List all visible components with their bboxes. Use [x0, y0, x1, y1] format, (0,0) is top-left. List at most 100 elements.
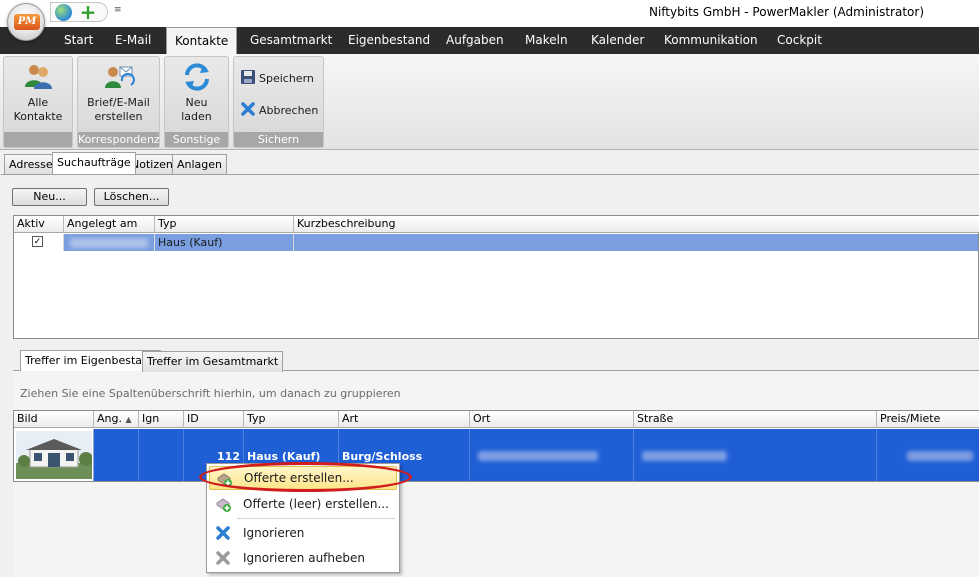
column-kurzbeschreibung[interactable]: Kurzbeschreibung [294, 216, 979, 233]
table-row[interactable]: 112 Haus (Kauf) Burg/Schloss [14, 429, 979, 481]
menu-item-ignorieren-label: Ignorieren [243, 526, 305, 540]
ribbon-group-label-kontakte [4, 132, 72, 147]
redacted-preis [907, 451, 973, 461]
column-bild[interactable]: Bild [14, 411, 94, 428]
tab-kalender[interactable]: Kalender [591, 27, 644, 54]
neu-laden-label-2: laden [181, 110, 212, 123]
column-strasse[interactable]: Straße [634, 411, 877, 428]
tab-email[interactable]: E-Mail [115, 27, 151, 54]
treffer-grid-header: Bild Ang. ▲ Ign ID Typ Art Ort Straße Pr… [14, 411, 979, 428]
refresh-icon [181, 61, 213, 93]
abbrechen-button[interactable]: Abbrechen [240, 101, 318, 121]
highlight-annotation [199, 462, 412, 492]
tab-suchauftraege[interactable]: Suchaufträge [52, 152, 136, 174]
tab-treffer-eigenbestand[interactable]: Treffer im Eigenbestand [20, 350, 162, 371]
menu-separator [237, 518, 395, 519]
column-aktiv[interactable]: Aktiv [14, 216, 64, 233]
aktiv-cell: ✓ [14, 234, 64, 251]
alle-kontakte-button[interactable]: Alle Kontakte [4, 61, 72, 124]
ribbon-group-sonstige: Neu laden Sonstige [164, 56, 229, 148]
column-ort[interactable]: Ort [470, 411, 634, 428]
tab-kommunikation[interactable]: Kommunikation [664, 27, 758, 54]
window-title: Niftybits GmbH - PowerMakler (Administra… [648, 5, 924, 19]
title-bar: + ≡ Niftybits GmbH - PowerMakler (Admini… [0, 0, 979, 27]
quick-access-dropdown-icon[interactable]: ≡ [114, 5, 122, 15]
ort-cell [470, 429, 634, 481]
tab-kontakte[interactable]: Kontakte [166, 27, 238, 55]
column-art[interactable]: Art [339, 411, 470, 428]
tab-cockpit[interactable]: Cockpit [777, 27, 822, 54]
brief-email-label-1: Brief/E-Mail [87, 96, 150, 109]
brief-email-label-2: erstellen [94, 110, 143, 123]
treffer-grid: Bild Ang. ▲ Ign ID Typ Art Ort Straße Pr… [13, 410, 979, 482]
sort-ascending-icon: ▲ [125, 415, 132, 424]
loeschen-button[interactable]: Löschen... [94, 188, 169, 206]
strasse-cell [634, 429, 877, 481]
angelegt-am-cell [64, 234, 155, 251]
kurzbeschreibung-cell [294, 234, 978, 251]
column-ang[interactable]: Ang. ▲ [94, 411, 139, 428]
menu-item-ignorieren-aufheben[interactable]: Ignorieren aufheben [209, 546, 397, 570]
ribbon-group-kontakte: Alle Kontakte [3, 56, 73, 148]
preis-miete-cell [877, 429, 979, 481]
bild-cell [14, 429, 94, 481]
tab-gesamtmarkt[interactable]: Gesamtmarkt [250, 27, 332, 54]
speichern-label: Speichern [259, 72, 314, 85]
neu-button[interactable]: Neu... [12, 188, 87, 206]
neu-laden-label-1: Neu [185, 96, 208, 109]
suchauftraege-grid-header: Aktiv Angelegt am Typ Kurzbeschreibung [14, 216, 979, 233]
app-logo: PM [14, 14, 40, 30]
offer-empty-create-icon [215, 496, 231, 512]
ribbon-group-korrespondenz: Brief/E-Mail erstellen Korrespondenz [77, 56, 160, 148]
ribbon-group-sichern: Speichern Abbrechen Sichern [233, 56, 324, 148]
quick-access-toolbar: + [50, 2, 108, 22]
ignore-icon [215, 525, 231, 541]
typ-cell: Haus (Kauf) [155, 234, 294, 251]
column-typ-treffer[interactable]: Typ [244, 411, 339, 428]
application-menu-button[interactable]: PM [7, 3, 45, 41]
cancel-icon [240, 101, 256, 117]
column-preis-miete[interactable]: Preis/Miete [877, 411, 979, 428]
contacts-icon [22, 61, 54, 93]
ribbon-tab-bar: Start E-Mail Kontakte Gesamtmarkt Eigenb… [0, 27, 979, 55]
tab-treffer-gesamtmarkt[interactable]: Treffer im Gesamtmarkt [142, 351, 284, 372]
tab-anlagen[interactable]: Anlagen [172, 154, 228, 174]
table-row[interactable]: ✓ Haus (Kauf) [14, 234, 978, 251]
letter-email-icon [103, 61, 135, 93]
tab-start[interactable]: Start [64, 27, 93, 54]
suchauftraege-grid: Aktiv Angelegt am Typ Kurzbeschreibung ✓… [13, 215, 979, 339]
neu-laden-button[interactable]: Neu laden [165, 61, 228, 124]
redacted-ort [478, 451, 598, 461]
menu-item-ignorieren-aufheben-label: Ignorieren aufheben [243, 551, 366, 565]
ribbon-group-label-sonstige: Sonstige [165, 132, 228, 147]
unignore-icon [215, 550, 231, 566]
alle-kontakte-label-2: Kontakte [13, 110, 63, 123]
alle-kontakte-label-1: Alle [27, 96, 49, 109]
ribbon-body: Alle Kontakte Brief/E-Mail erstellen Kor… [0, 54, 979, 150]
column-angelegt-am[interactable]: Angelegt am [64, 216, 155, 233]
save-icon [240, 69, 256, 85]
speichern-button[interactable]: Speichern [240, 69, 314, 89]
house-thumbnail[interactable] [16, 431, 92, 479]
column-ign[interactable]: Ign [139, 411, 184, 428]
group-by-hint[interactable]: Ziehen Sie eine Spaltenüberschrift hierh… [20, 387, 401, 400]
redacted-date [70, 238, 148, 248]
abbrechen-label: Abbrechen [259, 104, 319, 117]
globe-icon[interactable] [55, 4, 72, 21]
redacted-strasse [642, 451, 727, 461]
column-typ[interactable]: Typ [155, 216, 294, 233]
column-ang-label: Ang. [97, 412, 122, 425]
tab-makeln[interactable]: Makeln [525, 27, 568, 54]
menu-item-offerte-leer-label: Offerte (leer) erstellen... [243, 497, 389, 511]
menu-item-ignorieren[interactable]: Ignorieren [209, 521, 397, 545]
add-icon[interactable]: + [79, 2, 97, 22]
aktiv-checkbox[interactable]: ✓ [32, 236, 43, 247]
brief-email-erstellen-button[interactable]: Brief/E-Mail erstellen [78, 61, 159, 124]
tab-adresse[interactable]: Adresse [4, 154, 58, 174]
tab-aufgaben[interactable]: Aufgaben [446, 27, 504, 54]
ign-cell [139, 429, 184, 481]
tab-eigenbestand[interactable]: Eigenbestand [348, 27, 430, 54]
menu-item-offerte-leer-erstellen[interactable]: Offerte (leer) erstellen... [209, 492, 397, 516]
ribbon-group-label-korrespondenz: Korrespondenz [78, 132, 160, 147]
column-id[interactable]: ID [184, 411, 244, 428]
